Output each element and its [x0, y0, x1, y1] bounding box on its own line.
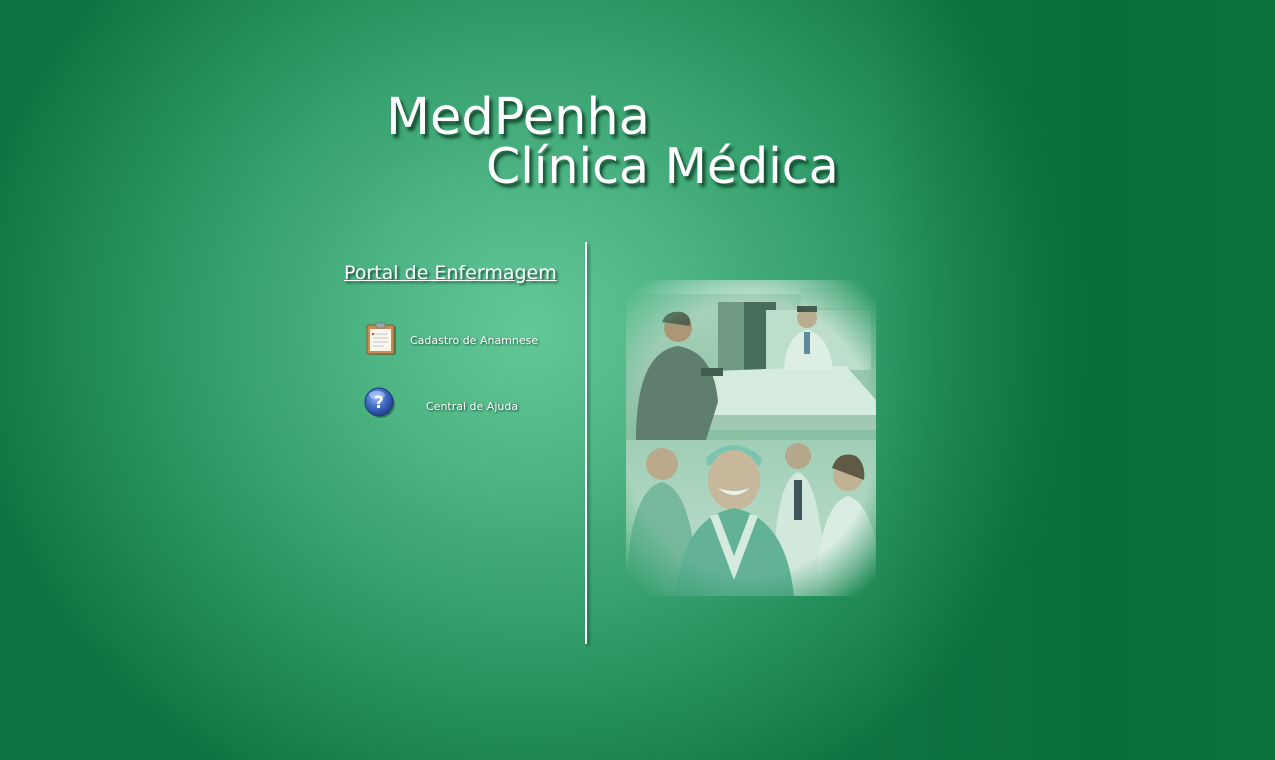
menu-item-label: Central de Ajuda — [426, 400, 519, 413]
vertical-divider — [585, 242, 587, 644]
clinic-photo-collage — [626, 280, 876, 596]
menu-item-central-ajuda[interactable]: ? Central de Ajuda — [362, 385, 542, 421]
svg-text:?: ? — [374, 393, 384, 413]
help-icon: ? — [363, 386, 397, 424]
portal-title-link[interactable]: Portal de Enfermagem — [344, 262, 557, 284]
clipboard-icon — [364, 322, 398, 360]
menu-item-label: Cadastro de Anamnese — [410, 334, 539, 347]
page: { "logo": { "line1": "MedPenha", "line2"… — [0, 0, 1275, 760]
logo-subtitle: Clínica Médica — [486, 138, 839, 195]
menu-item-cadastro-anamnese[interactable]: Cadastro de Anamnese — [362, 322, 542, 358]
background-edge-shade — [875, 0, 1275, 760]
